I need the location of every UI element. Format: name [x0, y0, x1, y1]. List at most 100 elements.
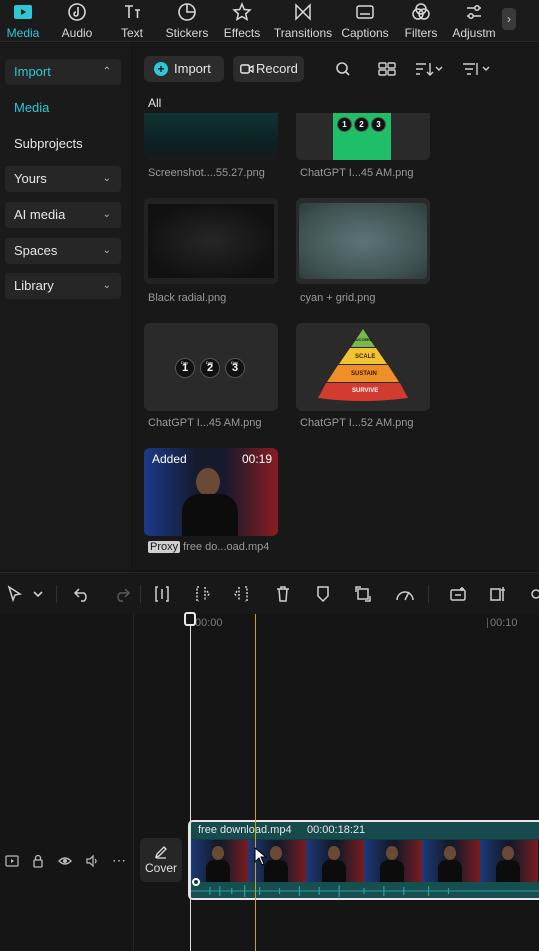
playhead-line: [190, 614, 191, 951]
timeline-area[interactable]: ⋯ 00:00 00:10 Cover free download.mp4 00…: [0, 612, 539, 951]
media-caption: ChatGPT I...52 AM.png: [300, 417, 414, 429]
speed-ramp-icon[interactable]: [395, 585, 415, 603]
number-ball: 1: [337, 117, 352, 132]
freeze-frame-icon[interactable]: [489, 585, 507, 603]
video-clip[interactable]: free download.mp4 00:00:18:21: [188, 820, 539, 900]
number-ball: 3: [371, 117, 386, 132]
lock-icon[interactable]: [31, 854, 45, 868]
media-icon: [14, 5, 32, 19]
eye-icon[interactable]: [58, 854, 72, 868]
media-caption-video: Proxy free do...oad.mp4: [148, 541, 269, 553]
sidebar-item-library[interactable]: Library ⌄: [5, 273, 121, 299]
video-duration: 00:19: [241, 452, 272, 466]
grid-view-icon[interactable]: [378, 59, 396, 79]
marker-icon[interactable]: [314, 585, 332, 603]
media-caption: free do...oad.mp4: [183, 541, 270, 553]
clip-name: free download.mp4: [198, 824, 292, 836]
pyramid-tier: SCALE: [355, 354, 376, 360]
tab-media[interactable]: Media: [4, 2, 42, 40]
person-head: [196, 468, 220, 496]
filmstrip-frame: [480, 840, 538, 882]
filmstrip-frame: [306, 840, 364, 882]
media-thumbnail[interactable]: 1 2 3: [296, 113, 430, 160]
clip-filmstrip: [190, 840, 539, 882]
clip-header: free download.mp4 00:00:18:21: [190, 822, 539, 839]
added-badge: Added: [152, 452, 187, 466]
tab-effects[interactable]: Effects: [221, 2, 263, 40]
effects-icon: [232, 2, 252, 22]
crop-rotate-icon[interactable]: [354, 585, 372, 603]
ruler-label: 00:10: [490, 617, 518, 629]
search-icon[interactable]: [335, 59, 351, 79]
app-window: Media Audio Text Stickers Effects Transi…: [0, 0, 539, 951]
more-tools-icon[interactable]: [527, 585, 539, 603]
sidebar-item-subprojects[interactable]: Subprojects: [14, 136, 83, 151]
day-label: Day: [231, 360, 239, 365]
media-thumbnail[interactable]: [296, 198, 430, 284]
media-thumbnail[interactable]: SUCCEED SCALE SUSTAIN SURVIVE: [296, 323, 430, 411]
chevron-down-icon[interactable]: [32, 585, 44, 603]
sidebar-item-media[interactable]: Media: [14, 100, 49, 115]
filmstrip-frame: [364, 840, 422, 882]
split-icon[interactable]: [153, 585, 171, 603]
scroll-right-button[interactable]: ›: [502, 8, 516, 30]
select-cursor-icon[interactable]: [6, 585, 24, 603]
redo-icon[interactable]: [113, 585, 131, 603]
more-options-icon[interactable]: ⋯: [112, 852, 126, 869]
chevron-right-icon: ›: [507, 12, 511, 26]
playhead-handle[interactable]: [184, 612, 196, 626]
audio-icon: [68, 3, 86, 21]
split-left-icon[interactable]: [193, 585, 211, 603]
media-thumbnail[interactable]: [144, 198, 278, 284]
sidebar-item-label: Yours: [14, 171, 47, 186]
tab-text[interactable]: Text: [115, 2, 149, 40]
pencil-icon: [154, 846, 167, 859]
sidebar-item-spaces[interactable]: Spaces ⌄: [5, 238, 121, 264]
chevron-down-icon: ⌄: [102, 209, 111, 220]
tab-captions[interactable]: Captions: [340, 2, 390, 40]
day-label: Day: [206, 360, 214, 365]
add-to-track-icon[interactable]: [449, 585, 467, 603]
keyframe-dot[interactable]: [192, 878, 200, 886]
sort-icon[interactable]: [415, 59, 443, 79]
import-button[interactable]: + Import: [144, 56, 224, 82]
split-right-icon[interactable]: [233, 585, 251, 603]
cover-button[interactable]: Cover: [140, 838, 182, 882]
adjustment-icon: [467, 5, 481, 19]
filmstrip-frame: [422, 840, 480, 882]
speaker-icon[interactable]: [85, 854, 99, 868]
black-radial-image: [148, 204, 274, 278]
tab-stickers[interactable]: Stickers: [163, 2, 211, 40]
tab-audio[interactable]: Audio: [58, 2, 96, 40]
sidebar-item-ai-media[interactable]: AI media ⌄: [5, 202, 121, 228]
media-thumbnail[interactable]: 1 2 3 Day Day Day: [144, 323, 278, 411]
green-thumbnail: 1 2 3: [333, 113, 391, 160]
record-button[interactable]: Record: [233, 56, 304, 82]
tab-adjustment[interactable]: Adjustm: [452, 2, 496, 40]
cover-label: Cover: [144, 861, 177, 875]
media-thumbnail[interactable]: [144, 113, 278, 160]
tab-label: Media: [6, 26, 40, 40]
delete-icon[interactable]: [274, 585, 292, 603]
chevron-up-icon: ⌃: [102, 66, 111, 77]
stickers-icon: [178, 3, 196, 21]
tab-filters[interactable]: Filters: [402, 2, 440, 40]
tab-transitions[interactable]: Transitions: [273, 2, 333, 40]
toolbar-divider: [140, 585, 141, 603]
chevron-down-icon: ⌄: [102, 280, 111, 291]
media-sidebar: Import ⌃ Media Subprojects Yours ⌄ AI me…: [0, 43, 131, 570]
text-icon: [125, 5, 140, 18]
video-thumbnail[interactable]: Added 00:19: [144, 448, 278, 536]
sidebar-item-label: Import: [14, 64, 51, 79]
media-caption: ChatGPT I...45 AM.png: [148, 417, 262, 429]
filter-icon[interactable]: [462, 59, 490, 79]
media-caption: ChatGPT I...45 AM.png: [300, 167, 414, 179]
sidebar-item-yours[interactable]: Yours ⌄: [5, 166, 121, 192]
day-label: Day: [181, 360, 189, 365]
tab-label: Captions: [341, 26, 389, 40]
import-button-label: Import: [174, 61, 211, 76]
proxy-tag: Proxy: [148, 541, 181, 553]
pyramid-tier: SURVIVE: [352, 388, 379, 394]
undo-icon[interactable]: [73, 585, 91, 603]
sidebar-item-import[interactable]: Import ⌃: [5, 59, 121, 85]
